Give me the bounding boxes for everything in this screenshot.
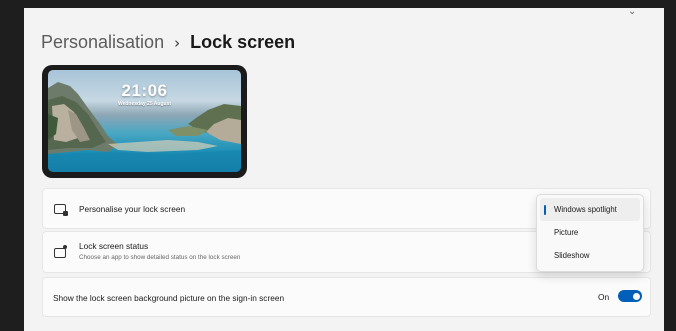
settings-window: ⌄ Personalisation › Lock screen 21:06 We… xyxy=(24,8,664,331)
dropdown-option-picture[interactable]: Picture xyxy=(540,221,640,244)
lock-screen-preview: 21:06 Wednesday 25 August xyxy=(42,65,247,178)
dropdown-option-windows-spotlight[interactable]: Windows spotlight xyxy=(540,198,640,221)
dropdown-option-slideshow[interactable]: Slideshow xyxy=(540,244,640,267)
preview-image: 21:06 Wednesday 25 August xyxy=(48,70,241,172)
help-icon[interactable]: ⌄ xyxy=(628,8,636,17)
signin-background-toggle[interactable] xyxy=(618,290,642,302)
row-title: Personalise your lock screen xyxy=(79,204,186,214)
row-description: Choose an app to show detailed status on… xyxy=(79,254,241,261)
chevron-right-icon: › xyxy=(174,33,181,52)
row-title: Lock screen status xyxy=(79,241,149,251)
lock-screen-dropdown[interactable]: Windows spotlight Picture Slideshow xyxy=(536,194,644,272)
preview-date: Wednesday 25 August xyxy=(117,101,172,107)
option-label: Windows spotlight xyxy=(554,205,617,214)
option-label: Slideshow xyxy=(554,251,590,260)
show-background-on-signin-row: Show the lock screen background picture … xyxy=(42,277,651,317)
preview-clock: 21:06 xyxy=(121,81,168,100)
row-title: Show the lock screen background picture … xyxy=(53,293,285,303)
page-title: Lock screen xyxy=(190,32,296,52)
status-icon xyxy=(54,245,67,258)
breadcrumb-personalisation[interactable]: Personalisation xyxy=(41,32,164,53)
toggle-knob xyxy=(632,292,640,300)
breadcrumb: Personalisation › Lock screen xyxy=(41,32,295,53)
toggle-state-label: On xyxy=(598,292,610,302)
option-label: Picture xyxy=(554,228,579,237)
selected-indicator xyxy=(544,205,546,215)
lock-screen-icon xyxy=(54,204,68,216)
